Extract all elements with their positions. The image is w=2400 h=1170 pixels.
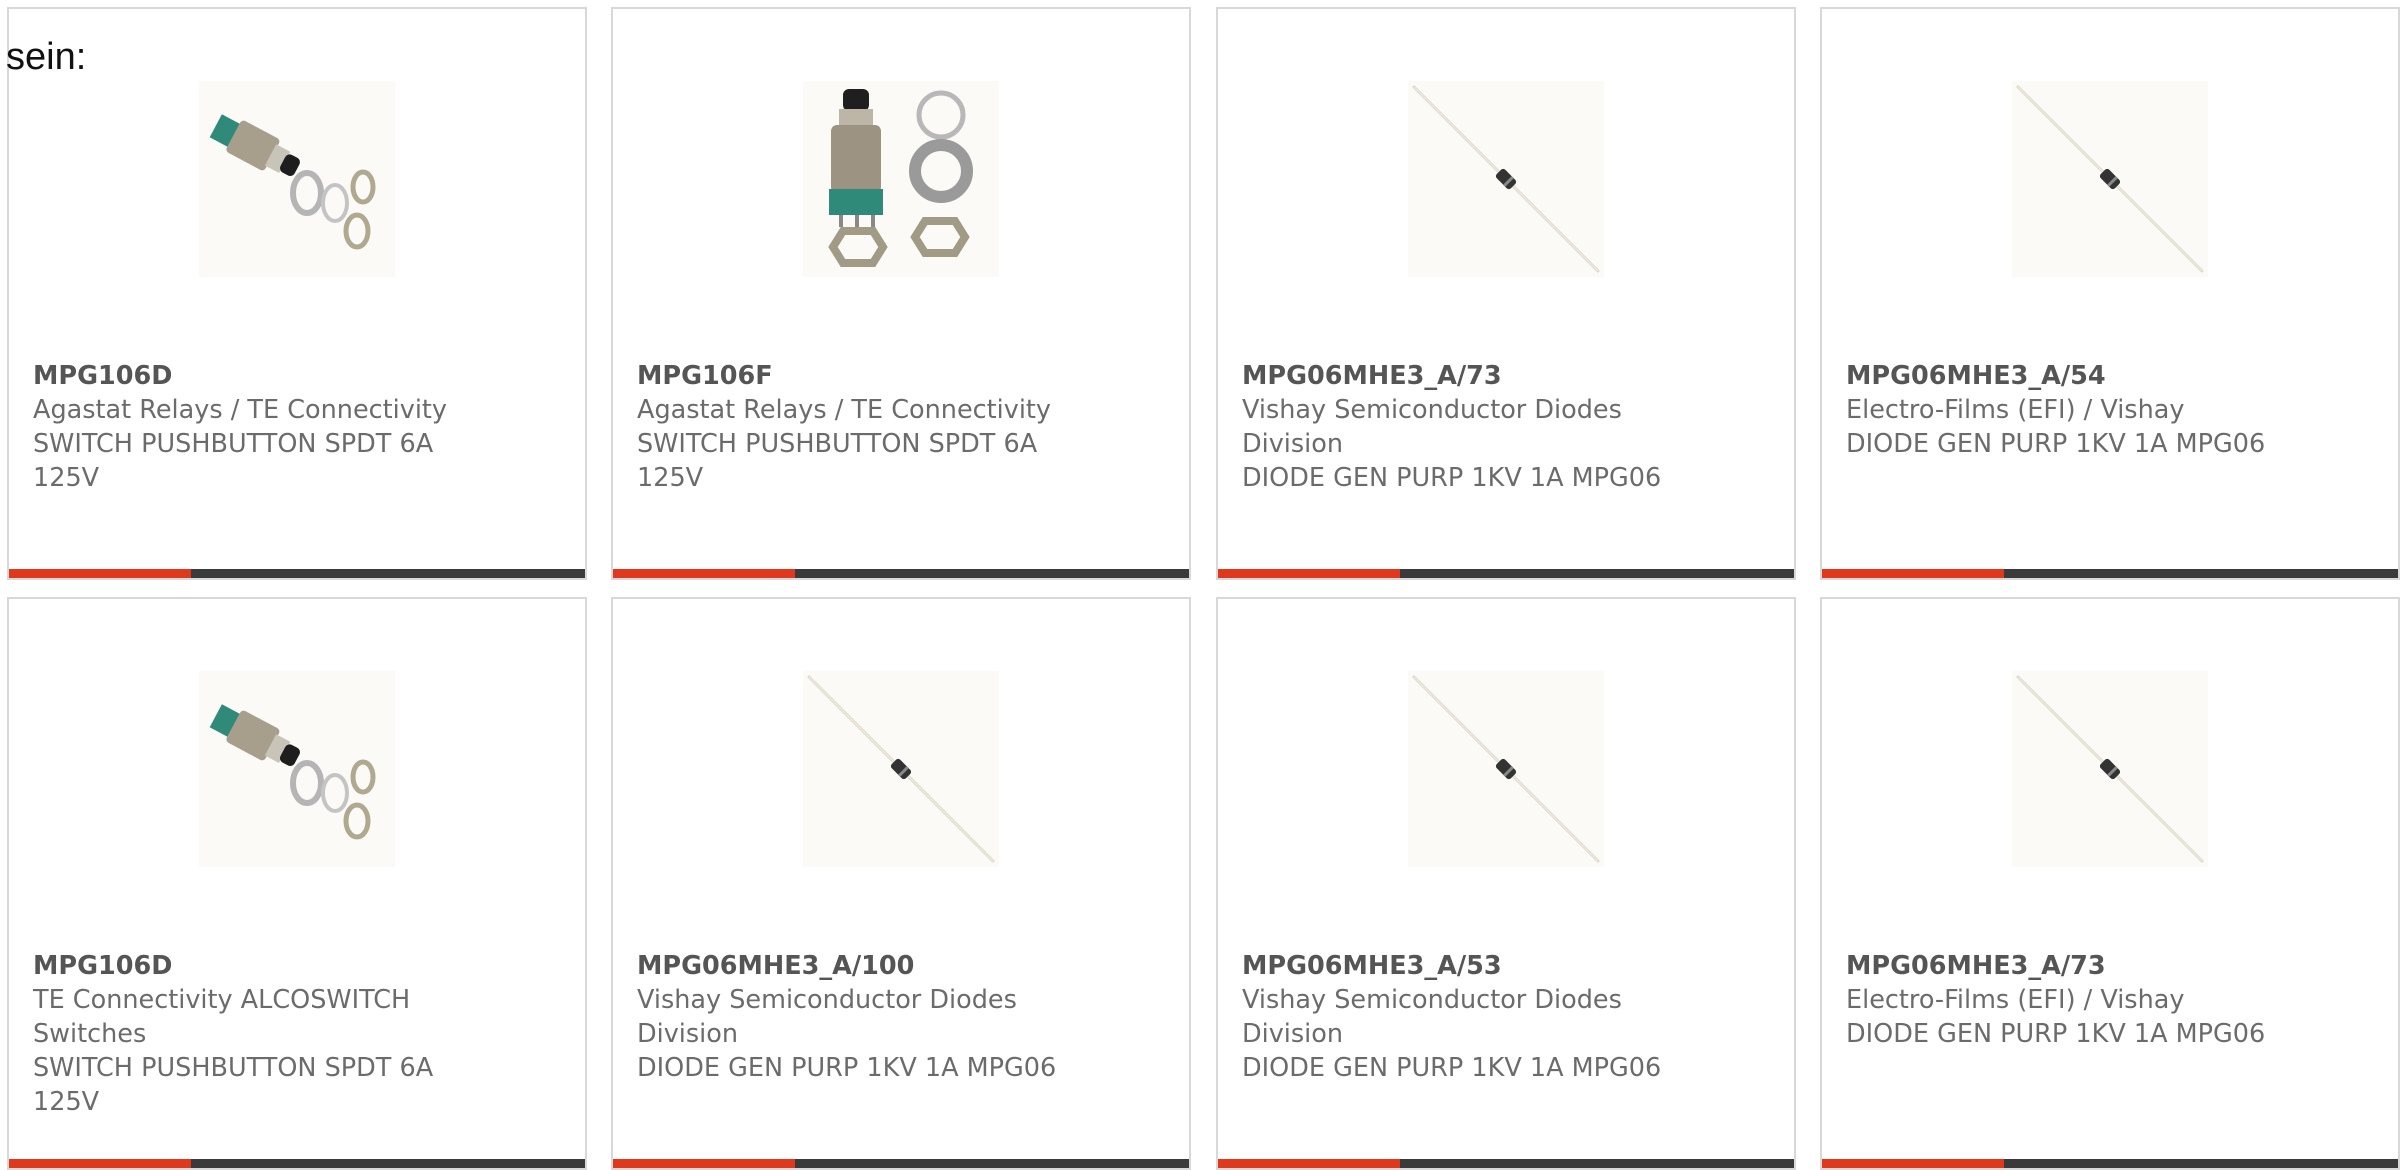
card-footer-bar (1822, 1159, 2398, 1168)
product-card[interactable]: MPG106D Agastat Relays / TE Connectivity S… (7, 7, 587, 580)
product-image[interactable] (1408, 671, 1604, 867)
card-accent-stripe (613, 1159, 795, 1168)
product-card[interactable]: MPG06MHE3_A/73 Vishay Semiconductor Diode… (1216, 7, 1796, 580)
card-accent-stripe (9, 569, 191, 578)
product-description: SWITCH PUSHBUTTON SPDT 6A (33, 429, 434, 459)
part-number[interactable]: MPG06MHE3_A/54 (1846, 359, 2316, 393)
product-info: MPG106F Agastat Relays / TE Connectivity S… (637, 359, 1107, 495)
product-description: SWITCH PUSHBUTTON SPDT 6A (33, 1053, 434, 1083)
card-accent-stripe (1822, 1159, 2004, 1168)
product-info: MPG06MHE3_A/54 Electro-Films (EFI) / Vish… (1846, 359, 2316, 461)
card-accent-stripe (1218, 569, 1400, 578)
product-card[interactable]: MPG106D TE Connectivity ALCOSWITCH Switche… (7, 597, 587, 1170)
manufacturer-name: Electro-Films (EFI) / Vishay (1846, 985, 2185, 1015)
product-image[interactable] (803, 671, 999, 867)
product-description-continued: 125V (33, 1087, 100, 1117)
part-number[interactable]: MPG106D (33, 359, 503, 393)
product-card[interactable]: MPG06MHE3_A/73 Electro-Films (EFI) / Vish… (1820, 597, 2400, 1170)
product-info: MPG06MHE3_A/53 Vishay Semiconductor Diode… (1242, 949, 1712, 1085)
manufacturer-name-continued: Division (637, 1019, 739, 1049)
product-image[interactable] (2012, 671, 2208, 867)
product-description: DIODE GEN PURP 1KV 1A MPG06 (1242, 463, 1662, 493)
card-footer-bar (9, 569, 585, 578)
product-info: MPG06MHE3_A/100 Vishay Semiconductor Diod… (637, 949, 1107, 1085)
product-description: DIODE GEN PURP 1KV 1A MPG06 (1242, 1053, 1662, 1083)
product-description-continued: 125V (637, 463, 704, 493)
card-accent-stripe (1822, 569, 2004, 578)
card-footer-bar (613, 1159, 1189, 1168)
manufacturer-name: Vishay Semiconductor Diodes (637, 985, 1017, 1015)
manufacturer-name: Agastat Relays / TE Connectivity (33, 395, 448, 425)
product-image[interactable] (803, 81, 999, 277)
part-number[interactable]: MPG06MHE3_A/100 (637, 949, 1107, 983)
product-info: MPG06MHE3_A/73 Vishay Semiconductor Diode… (1242, 359, 1712, 495)
product-description: DIODE GEN PURP 1KV 1A MPG06 (637, 1053, 1057, 1083)
part-number[interactable]: MPG06MHE3_A/73 (1242, 359, 1712, 393)
card-accent-stripe (9, 1159, 191, 1168)
product-description: SWITCH PUSHBUTTON SPDT 6A (637, 429, 1038, 459)
manufacturer-name-continued: Switches (33, 1019, 147, 1049)
product-info: MPG106D Agastat Relays / TE Connectivity S… (33, 359, 503, 495)
manufacturer-name: Agastat Relays / TE Connectivity (637, 395, 1052, 425)
product-image[interactable] (1408, 81, 1604, 277)
product-info: MPG06MHE3_A/73 Electro-Films (EFI) / Vish… (1846, 949, 2316, 1051)
product-card[interactable]: MPG06MHE3_A/53 Vishay Semiconductor Diode… (1216, 597, 1796, 1170)
product-card[interactable]: MPG06MHE3_A/54 Electro-Films (EFI) / Vish… (1820, 7, 2400, 580)
card-footer-bar (613, 569, 1189, 578)
product-image[interactable] (199, 81, 395, 277)
card-footer-bar (1218, 1159, 1794, 1168)
card-accent-stripe (1218, 1159, 1400, 1168)
product-card[interactable]: MPG06MHE3_A/100 Vishay Semiconductor Diod… (611, 597, 1191, 1170)
card-accent-stripe (613, 569, 795, 578)
intro-text: sein: (6, 36, 87, 78)
manufacturer-name-continued: Division (1242, 1019, 1344, 1049)
manufacturer-name: Vishay Semiconductor Diodes (1242, 395, 1622, 425)
product-description: DIODE GEN PURP 1KV 1A MPG06 (1846, 1019, 2266, 1049)
card-footer-bar (9, 1159, 585, 1168)
product-image[interactable] (199, 671, 395, 867)
card-footer-bar (1218, 569, 1794, 578)
manufacturer-name: TE Connectivity ALCOSWITCH (33, 985, 411, 1015)
product-info: MPG106D TE Connectivity ALCOSWITCH Switche… (33, 949, 503, 1119)
card-footer-bar (1822, 569, 2398, 578)
product-description: DIODE GEN PURP 1KV 1A MPG06 (1846, 429, 2266, 459)
manufacturer-name: Electro-Films (EFI) / Vishay (1846, 395, 2185, 425)
manufacturer-name-continued: Division (1242, 429, 1344, 459)
product-card[interactable]: MPG106F Agastat Relays / TE Connectivity S… (611, 7, 1191, 580)
part-number[interactable]: MPG106F (637, 359, 1107, 393)
part-number[interactable]: MPG06MHE3_A/73 (1846, 949, 2316, 983)
part-number[interactable]: MPG06MHE3_A/53 (1242, 949, 1712, 983)
manufacturer-name: Vishay Semiconductor Diodes (1242, 985, 1622, 1015)
part-number[interactable]: MPG106D (33, 949, 503, 983)
product-image[interactable] (2012, 81, 2208, 277)
product-description-continued: 125V (33, 463, 100, 493)
